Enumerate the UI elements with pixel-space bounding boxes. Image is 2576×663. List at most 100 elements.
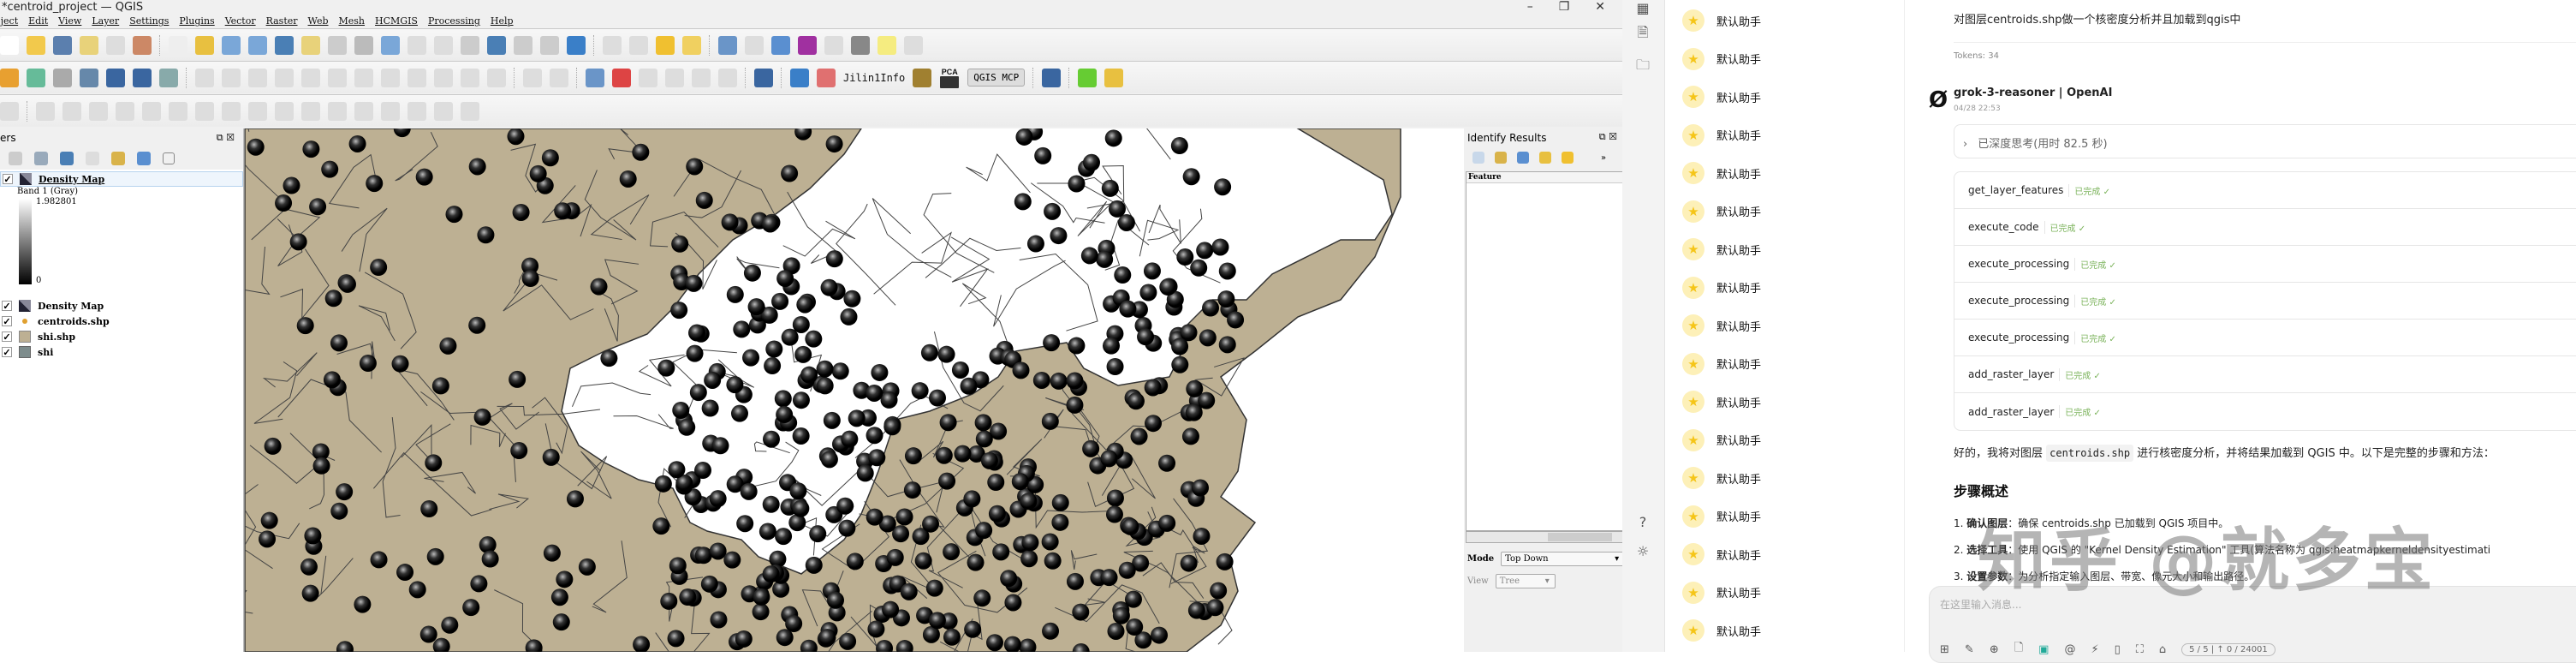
expand-tree-icon[interactable] xyxy=(1472,152,1484,164)
new-bookmark-icon[interactable] xyxy=(487,35,506,55)
label-toolbar-2-icon[interactable] xyxy=(665,68,684,87)
close-button[interactable]: ✕ xyxy=(1595,0,1605,14)
add-group-icon[interactable] xyxy=(9,152,22,165)
style-manager-icon[interactable] xyxy=(133,35,152,55)
layer-item-density-map-2[interactable]: ✓ Density Map xyxy=(0,298,243,314)
map-swipe-icon[interactable] xyxy=(1104,68,1124,87)
assistant-item[interactable]: ★ 默认助手 xyxy=(1682,84,1761,110)
assistant-item[interactable]: ★ 默认助手 xyxy=(1682,465,1761,491)
mention-icon[interactable]: @ xyxy=(2064,643,2075,656)
assistant-item[interactable]: ★ 默认助手 xyxy=(1682,504,1761,529)
edits-icon[interactable] xyxy=(195,68,214,87)
add-raster-icon[interactable] xyxy=(80,68,98,87)
help-icon[interactable] xyxy=(1042,68,1062,87)
zoom-to-selection-icon[interactable] xyxy=(301,35,320,55)
knowledge-icon[interactable]: ▯ xyxy=(2115,643,2121,656)
pca-button[interactable]: PCA xyxy=(939,68,960,88)
tool-call-row[interactable]: execute_processing 已完成 ✓ xyxy=(1954,320,2576,356)
delete-selected-icon[interactable] xyxy=(354,68,373,87)
delete-part-icon[interactable] xyxy=(222,101,241,121)
cut-icon[interactable] xyxy=(381,68,400,87)
layout-manager-icon[interactable] xyxy=(106,35,125,55)
new-topic-icon[interactable]: ⊞ xyxy=(1940,643,1949,656)
assistant-item[interactable]: ★ 默认助手 xyxy=(1682,236,1761,262)
tool-call-row[interactable]: execute_processing 已完成 ✓ xyxy=(1954,246,2576,283)
add-mesh-icon[interactable] xyxy=(106,68,125,87)
attribute-table-icon[interactable] xyxy=(745,35,764,55)
minimize-button[interactable]: – xyxy=(1527,0,1533,14)
tool-call-row[interactable]: add_raster_layer 已完成 ✓ xyxy=(1954,356,2576,393)
fullscreen-icon[interactable]: ⛶ xyxy=(2136,643,2144,656)
menu-item-plugins[interactable]: Plugins xyxy=(179,14,214,29)
open-project-icon[interactable] xyxy=(27,35,45,55)
filter-icon[interactable] xyxy=(60,152,74,165)
help-icon[interactable]: ? xyxy=(1634,514,1651,531)
layer-checkbox[interactable]: ✓ xyxy=(2,301,12,312)
select-icon[interactable] xyxy=(603,35,622,55)
toggle-editing-icon[interactable] xyxy=(222,68,241,87)
tool-call-row[interactable]: execute_code 已完成 ✓ xyxy=(1954,209,2576,246)
add-wms-icon[interactable] xyxy=(133,68,152,87)
quick-phrase-icon[interactable]: ⚡ xyxy=(2091,643,2098,656)
file-search-icon[interactable]: 🗎 xyxy=(1634,24,1651,41)
modify-attributes-icon[interactable] xyxy=(328,68,347,87)
pin-labels-icon[interactable] xyxy=(550,68,568,87)
assistant-item[interactable]: ★ 默认助手 xyxy=(1682,389,1761,415)
view-select[interactable]: Tree ▾ xyxy=(1495,574,1556,588)
undo-icon[interactable] xyxy=(461,68,479,87)
zoom-last-icon[interactable] xyxy=(381,35,400,55)
fill-ring-icon[interactable] xyxy=(169,101,187,121)
layer-item-density-map[interactable]: ✓ Density Map xyxy=(0,171,243,187)
layer-checkbox[interactable]: ✓ xyxy=(3,174,13,185)
merge-attributes-icon[interactable] xyxy=(381,101,400,121)
float-close-icons[interactable]: ⧉ ☒ xyxy=(217,128,235,147)
layer-checkbox[interactable]: ✓ xyxy=(2,332,12,343)
maximize-button[interactable]: ❐ xyxy=(1559,0,1570,14)
new-print-layout-icon[interactable] xyxy=(80,35,98,55)
float-close-icons[interactable]: ⧉ ☒ xyxy=(1599,131,1617,143)
zoom-in-icon[interactable] xyxy=(222,35,241,55)
simplify-icon[interactable] xyxy=(89,101,108,121)
menu-item-raster[interactable]: Raster xyxy=(266,14,298,29)
attribute-table-select-icon[interactable] xyxy=(629,35,648,55)
web-search-icon[interactable]: ⊕ xyxy=(1990,643,1999,656)
deselect-icon[interactable] xyxy=(656,35,675,55)
merge-features-icon[interactable] xyxy=(354,101,373,121)
assistant-item[interactable]: ★ 默认助手 xyxy=(1682,275,1761,301)
label-toolbar-3-icon[interactable] xyxy=(692,68,711,87)
visibility-icon[interactable] xyxy=(34,152,48,165)
zoom-native-icon[interactable] xyxy=(354,35,373,55)
brightness-icon[interactable]: ☼ xyxy=(1634,543,1651,560)
grid-icon[interactable]: ▦ xyxy=(1634,0,1651,17)
folder-icon[interactable]: 🗀 xyxy=(1634,57,1651,74)
assistant-item[interactable]: ★ 默认助手 xyxy=(1682,313,1761,338)
clear-results-icon[interactable] xyxy=(1562,152,1574,164)
tool-call-row[interactable]: execute_processing 已完成 ✓ xyxy=(1954,283,2576,320)
new-3d-view-icon[interactable] xyxy=(461,35,479,55)
reshape-icon[interactable] xyxy=(248,101,267,121)
ruler-icon[interactable] xyxy=(0,101,19,121)
layer-labeling-icon[interactable] xyxy=(586,68,604,87)
expand-all-icon[interactable] xyxy=(1495,152,1507,164)
label-toolbar-4-icon[interactable] xyxy=(718,68,737,87)
new-geopackage-icon[interactable] xyxy=(27,68,45,87)
add-wfs-icon[interactable] xyxy=(159,68,178,87)
collapse-all-icon[interactable] xyxy=(137,152,151,165)
pan-icon[interactable] xyxy=(169,35,187,55)
layer-checkbox[interactable]: ✓ xyxy=(2,347,12,358)
menu-item-settings[interactable]: Settings xyxy=(129,14,169,29)
copy-icon[interactable] xyxy=(408,68,426,87)
jilin1info-button[interactable]: Jilin1Info xyxy=(843,72,905,84)
new-map-view-icon[interactable] xyxy=(434,35,453,55)
zoom-next-icon[interactable] xyxy=(408,35,426,55)
collapse-all-icon[interactable] xyxy=(1517,152,1529,164)
menu-item-edit[interactable]: Edit xyxy=(28,14,48,29)
qgis-mcp-button[interactable]: QGIS MCP xyxy=(967,69,1026,87)
save-edits-icon[interactable] xyxy=(248,68,267,87)
zoom-full-icon[interactable] xyxy=(275,35,294,55)
map-tips-icon[interactable] xyxy=(878,35,896,55)
mcp-icon[interactable]: ▣ xyxy=(2038,643,2049,656)
expand-new-icon[interactable] xyxy=(1539,152,1551,164)
refresh-icon[interactable] xyxy=(567,35,586,55)
add-feature-icon[interactable] xyxy=(275,68,294,87)
